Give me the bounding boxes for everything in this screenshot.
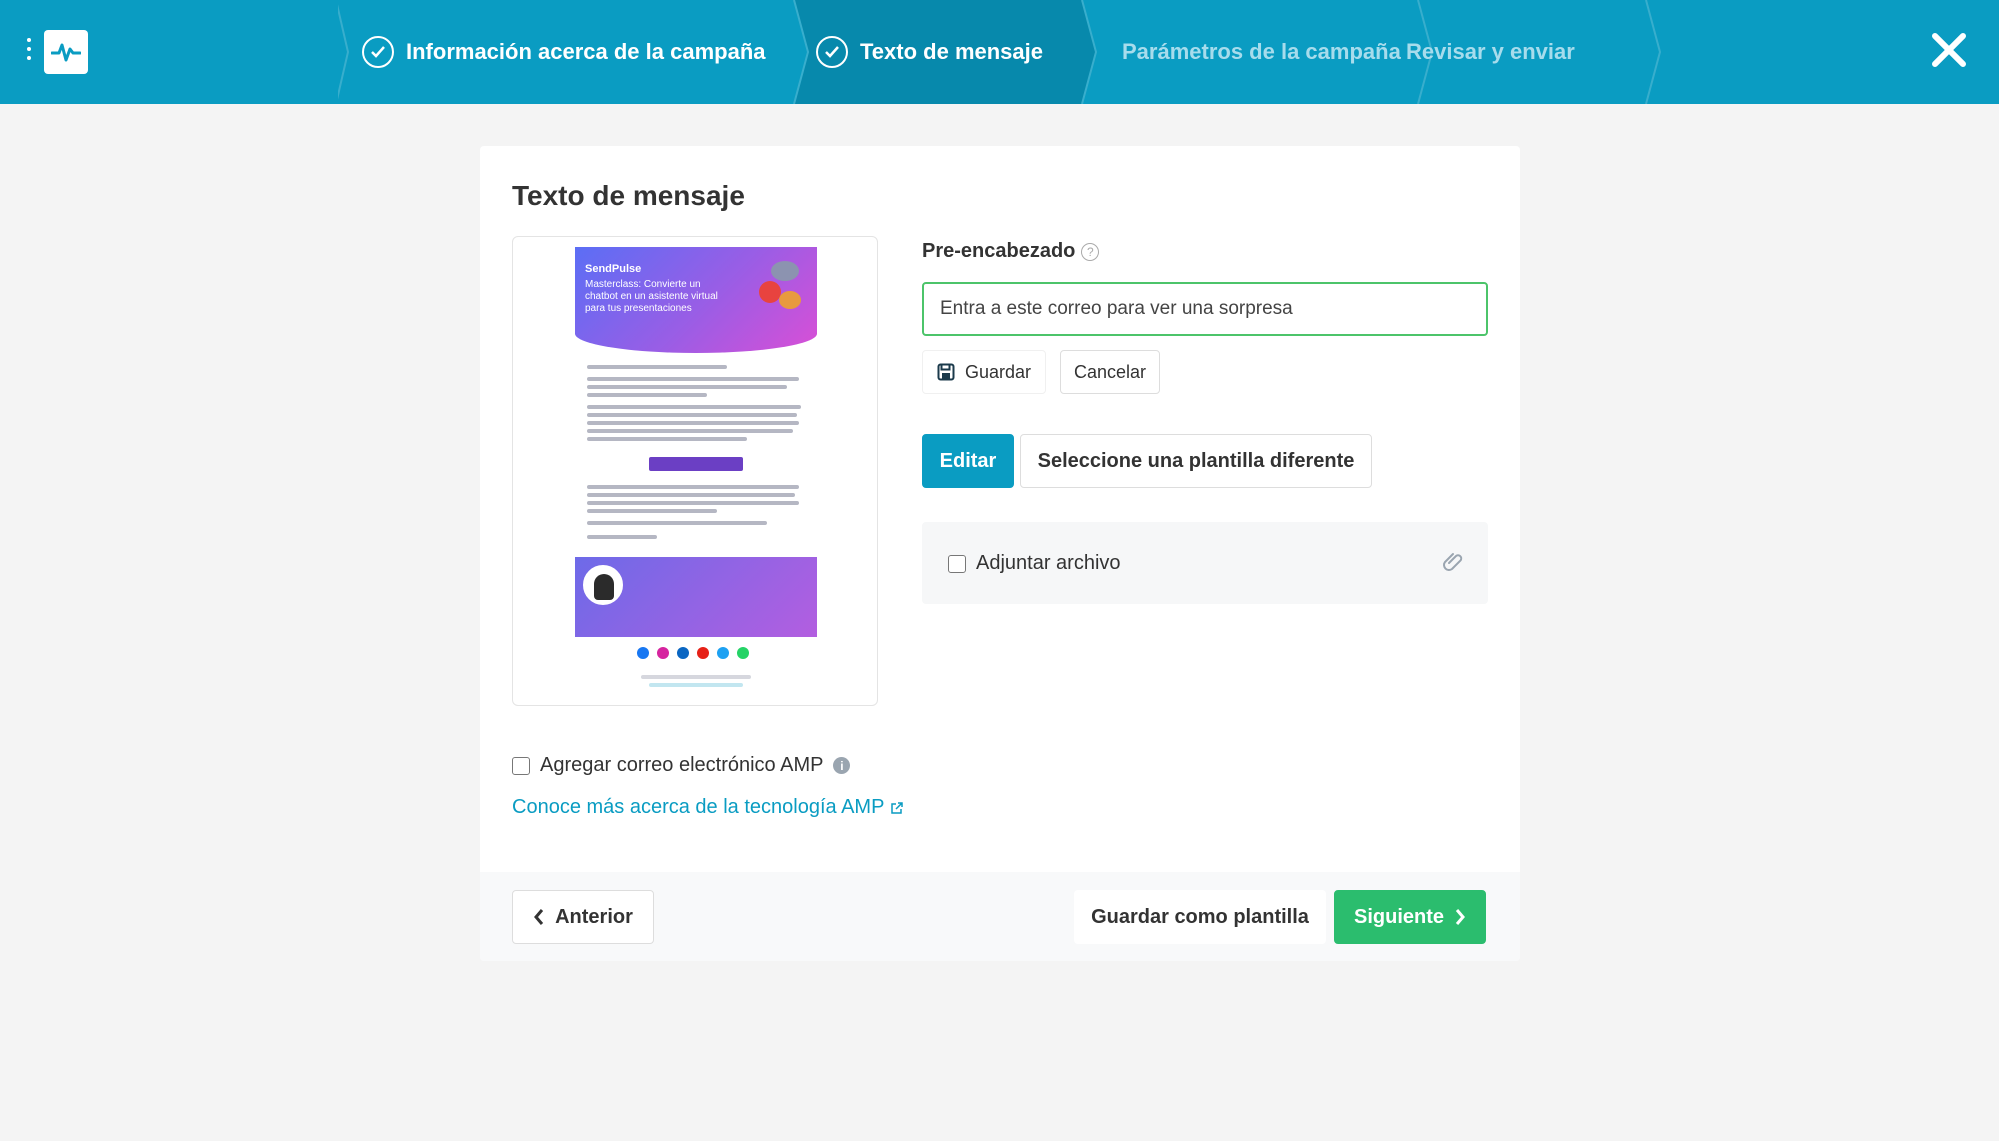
whatsapp-icon — [737, 647, 749, 659]
check-circle-icon — [362, 36, 394, 68]
step-campaign-params[interactable]: Parámetros de la campaña — [1078, 0, 1401, 104]
pulse-logo-icon[interactable] — [44, 30, 88, 74]
paperclip-icon[interactable] — [1442, 550, 1466, 574]
message-card: Texto de mensaje SendPulse Masterclass: … — [480, 146, 1520, 961]
chat-bubble-icon — [771, 261, 799, 281]
chevron-left-icon — [534, 909, 544, 925]
chat-bubble-icon — [779, 291, 801, 309]
check-circle-icon — [816, 36, 848, 68]
social-icons — [637, 647, 749, 659]
attach-file-box: Adjuntar archivo — [922, 522, 1488, 604]
amp-label: Agregar correo electrónico AMP — [540, 754, 824, 776]
close-icon[interactable] — [1929, 30, 1969, 70]
step-label: Revisar y enviar — [1406, 39, 1575, 64]
info-icon[interactable]: i — [833, 757, 851, 774]
email-headline: Masterclass: Convierte un chatbot en un … — [585, 279, 718, 314]
save-button[interactable]: Guardar — [922, 350, 1046, 394]
external-link-icon — [891, 801, 904, 814]
step-label: Parámetros de la campaña — [1122, 39, 1401, 64]
page-title: Texto de mensaje — [512, 180, 745, 211]
help-icon[interactable]: ? — [1081, 242, 1100, 261]
email-signature — [575, 557, 817, 637]
linkedin-icon — [677, 647, 689, 659]
select-template-button[interactable]: Seleccione una plantilla diferente — [1020, 434, 1372, 488]
step-message-text[interactable]: Texto de mensaje — [772, 0, 1043, 104]
step-review-send[interactable]: Revisar y enviar — [1362, 0, 1575, 104]
save-as-template-button[interactable]: Guardar como plantilla — [1074, 890, 1326, 944]
email-preview[interactable]: SendPulse Masterclass: Convierte un chat… — [512, 236, 878, 706]
edit-button[interactable]: Editar — [922, 434, 1014, 488]
chat-bubble-icon — [759, 281, 781, 303]
step-campaign-info[interactable]: Información acerca de la campaña — [318, 0, 766, 104]
top-bar: Información acerca de la campaña Texto d… — [0, 0, 1999, 104]
previous-button[interactable]: Anterior — [512, 890, 654, 944]
avatar — [583, 565, 623, 605]
twitter-icon — [717, 647, 729, 659]
card-footer: Anterior Guardar como plantilla Siguient… — [480, 872, 1520, 961]
attach-file-checkbox[interactable] — [948, 555, 966, 573]
amp-option: Agregar correo electrónico AMP i — [512, 754, 851, 777]
attach-file-label: Adjuntar archivo — [976, 552, 1121, 574]
floppy-disk-icon — [937, 363, 955, 381]
email-hero: SendPulse Masterclass: Convierte un chat… — [575, 247, 817, 353]
amp-learn-more-link[interactable]: Conoce más acerca de la tecnología AMP — [512, 796, 904, 819]
email-thumbnail: SendPulse Masterclass: Convierte un chat… — [575, 247, 817, 687]
preheader-label: Pre-encabezado ? — [922, 240, 1100, 263]
instagram-icon — [657, 647, 669, 659]
preheader-input[interactable] — [922, 282, 1488, 336]
chevron-right-icon — [1455, 909, 1465, 925]
facebook-icon — [637, 647, 649, 659]
email-cta-button — [649, 457, 743, 471]
cancel-button[interactable]: Cancelar — [1060, 350, 1160, 394]
youtube-icon — [697, 647, 709, 659]
amp-checkbox[interactable] — [512, 756, 530, 775]
email-brand: SendPulse — [585, 263, 642, 275]
step-label: Texto de mensaje — [860, 39, 1043, 64]
step-label: Información acerca de la campaña — [406, 39, 766, 64]
vertical-dots-icon[interactable] — [24, 38, 34, 68]
next-button[interactable]: Siguiente — [1334, 890, 1486, 944]
